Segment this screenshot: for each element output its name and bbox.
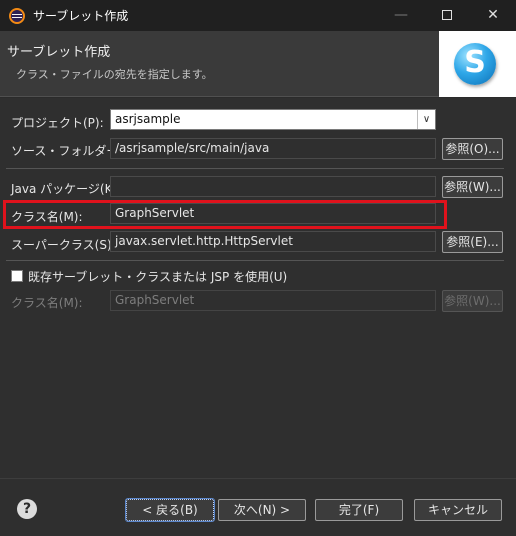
minimize-button[interactable]: — bbox=[378, 0, 424, 31]
use-existing-checkbox[interactable] bbox=[11, 270, 23, 282]
title-bar: サーブレット作成 — ✕ bbox=[0, 0, 516, 31]
chevron-down-icon[interactable]: ∨ bbox=[417, 110, 435, 129]
eclipse-icon bbox=[9, 8, 25, 24]
wizard-description: クラス・ファイルの宛先を指定します。 bbox=[16, 68, 213, 81]
window-title: サーブレット作成 bbox=[33, 9, 129, 23]
existing-class-label: クラス名(M): bbox=[11, 296, 83, 310]
java-package-label: Java パッケージ(K): bbox=[11, 182, 122, 196]
wizard-title: サーブレット作成 bbox=[7, 45, 111, 60]
wizard-footer: ? < 戻る(B) 次へ(N) > 完了(F) キャンセル bbox=[0, 478, 516, 536]
use-existing-label[interactable]: 既存サーブレット・クラスまたは JSP を使用(U) bbox=[28, 268, 287, 285]
class-name-field[interactable]: GraphServlet bbox=[110, 203, 436, 224]
help-icon[interactable]: ? bbox=[17, 499, 37, 519]
back-button[interactable]: < 戻る(B) bbox=[125, 498, 215, 522]
existing-class-field: GraphServlet bbox=[110, 290, 436, 311]
separator bbox=[6, 168, 504, 169]
cancel-button[interactable]: キャンセル bbox=[414, 499, 502, 521]
close-button[interactable]: ✕ bbox=[470, 0, 516, 31]
wizard-form: プロジェクト(P): asrjsample ∨ ソース・フォルダー(D): /a… bbox=[0, 98, 516, 478]
maximize-icon bbox=[442, 10, 452, 20]
wizard-banner: サーブレット作成 クラス・ファイルの宛先を指定します。 S bbox=[0, 31, 516, 97]
java-package-field[interactable] bbox=[110, 176, 436, 197]
separator bbox=[6, 260, 504, 261]
project-value: asrjsample bbox=[115, 112, 181, 126]
maximize-button[interactable] bbox=[424, 0, 470, 31]
source-folder-field[interactable]: /asrjsample/src/main/java bbox=[110, 138, 436, 159]
superclass-field[interactable]: javax.servlet.http.HttpServlet bbox=[110, 231, 436, 252]
browse-existing-class-button: 参照(W)... bbox=[442, 290, 503, 312]
project-label: プロジェクト(P): bbox=[11, 116, 104, 130]
browse-superclass-button[interactable]: 参照(E)... bbox=[442, 231, 503, 253]
project-combo[interactable]: asrjsample ∨ bbox=[110, 109, 436, 130]
browse-package-button[interactable]: 参照(W)... bbox=[442, 176, 503, 198]
servlet-logo-icon: S bbox=[454, 43, 496, 85]
finish-button[interactable]: 完了(F) bbox=[315, 499, 403, 521]
superclass-label: スーパークラス(S): bbox=[11, 238, 116, 252]
servlet-logo: S bbox=[439, 31, 516, 97]
next-button[interactable]: 次へ(N) > bbox=[218, 499, 306, 521]
browse-source-folder-button[interactable]: 参照(O)... bbox=[442, 138, 503, 160]
class-name-label: クラス名(M): bbox=[11, 210, 83, 224]
